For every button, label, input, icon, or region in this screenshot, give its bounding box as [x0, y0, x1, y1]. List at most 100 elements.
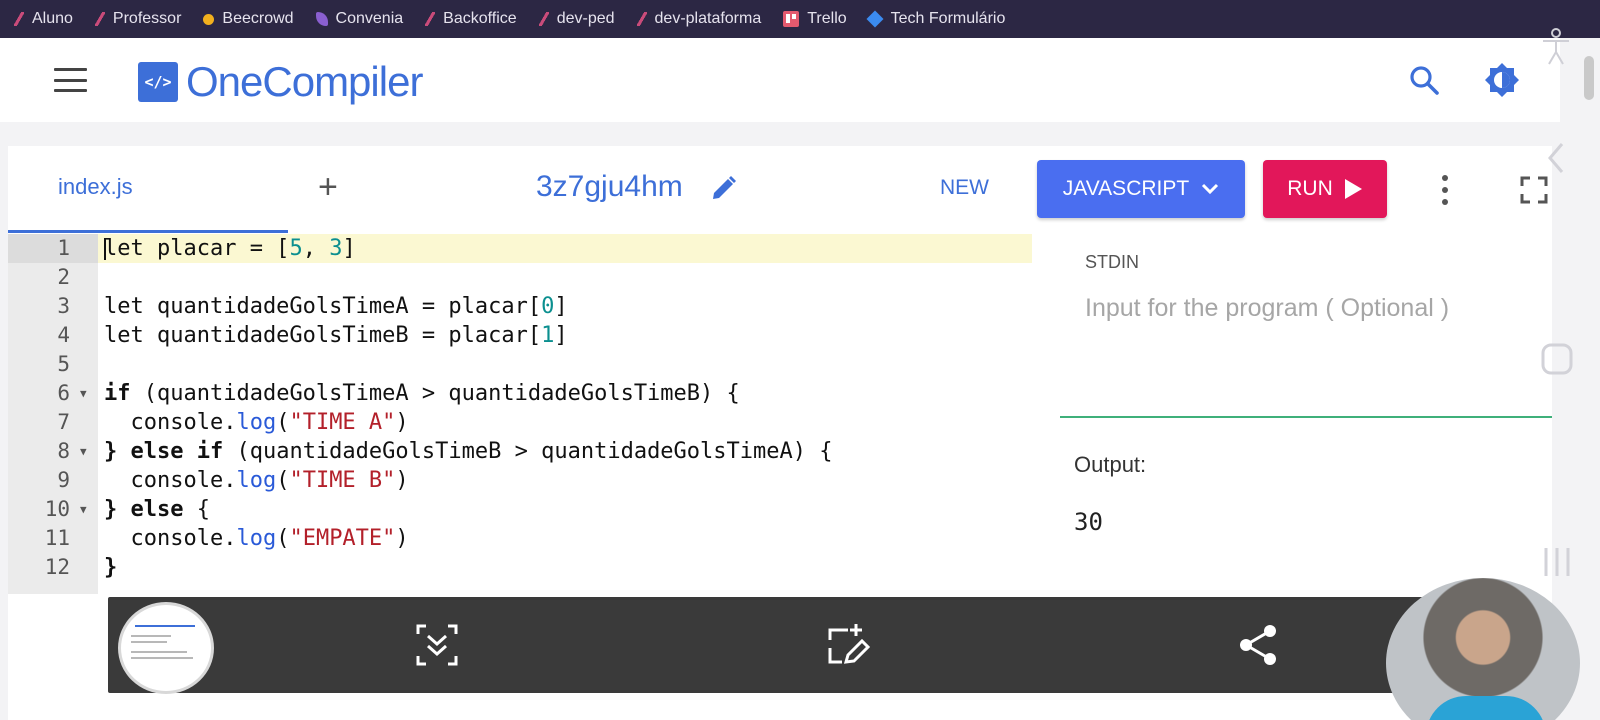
code-text: let quantidadeGolsTimeB = placar[1] [104, 323, 568, 348]
accessibility-icon[interactable] [1540, 28, 1572, 66]
theme-toggle-icon[interactable] [1484, 62, 1520, 98]
line-number: 8 [57, 439, 70, 463]
line-number: 3 [57, 294, 70, 318]
line-number: 4 [57, 323, 70, 347]
bookmark-label: Trello [807, 10, 847, 27]
code-text: console.log("TIME A") [104, 410, 409, 435]
scroll-capture-icon[interactable] [414, 622, 460, 668]
bookmark-convenia[interactable]: Convenia [315, 10, 404, 28]
bookmark-aluno[interactable]: Aluno [14, 10, 73, 28]
bookmark-professor[interactable]: Professor [94, 10, 182, 28]
dot-icon [203, 13, 215, 25]
pencil-icon[interactable] [708, 174, 738, 204]
code-text: let placar = [5, 3] [104, 236, 356, 261]
language-select-button[interactable]: JAVASCRIPT [1037, 160, 1245, 218]
code-text: } else { [104, 497, 210, 522]
bookmark-label: Backoffice [443, 10, 517, 27]
fold-toggle-icon[interactable]: ▼ [80, 379, 87, 408]
bookmark-dev-plataforma[interactable]: dev-plataforma [636, 10, 762, 28]
code-line: 3 let quantidadeGolsTimeA = placar[0] [8, 292, 1032, 321]
fullscreen-icon[interactable] [1520, 176, 1548, 204]
code-line: 8 ▼ } else if (quantidadeGolsTimeB > qua… [8, 437, 1032, 466]
recent-apps-icon[interactable] [1540, 544, 1574, 580]
code-brackets-icon: </> [138, 62, 178, 102]
code-text: console.log("TIME B") [104, 468, 409, 493]
add-file-button[interactable]: + [318, 170, 338, 204]
search-icon[interactable] [1408, 64, 1440, 96]
line-number: 1 [57, 236, 70, 260]
bookmark-label: Beecrowd [222, 10, 294, 27]
fold-toggle-icon[interactable]: ▼ [80, 495, 87, 524]
stdin-input[interactable]: Input for the program ( Optional ) [1085, 294, 1449, 323]
code-line: 1 let placar = [5, 3] [8, 234, 1032, 263]
chevron-left-icon[interactable] [1546, 142, 1566, 174]
bookmark-label: Aluno [32, 10, 73, 27]
menu-icon[interactable] [54, 68, 87, 92]
line-number: 11 [44, 526, 70, 550]
line-number: 2 [57, 265, 70, 289]
bookmark-trello[interactable]: Trello [783, 10, 847, 28]
code-line: 10 ▼ } else { [8, 495, 1032, 524]
bookmark-dev-ped[interactable]: dev-ped [538, 10, 615, 28]
site-header: </> OneCompiler [0, 38, 1560, 122]
code-text: } [104, 555, 118, 580]
bookmarks-bar: Aluno Professor Beecrowd Convenia Backof… [0, 0, 1600, 38]
code-text: let quantidadeGolsTimeA = placar[0] [104, 294, 568, 319]
code-title[interactable]: 3z7gju4hm [536, 170, 683, 204]
stdin-label: STDIN [1085, 252, 1139, 272]
line-number: 9 [57, 468, 70, 492]
code-text: if (quantidadeGolsTimeA > quantidadeGols… [104, 381, 740, 406]
brand-name: OneCompiler [186, 58, 423, 105]
brand-logo[interactable]: </> OneCompiler [138, 58, 423, 106]
code-line: 6 ▼ if (quantidadeGolsTimeA > quantidade… [8, 379, 1032, 408]
line-number: 10 [44, 497, 70, 521]
fold-toggle-icon[interactable]: ▼ [80, 437, 87, 466]
bookmark-label: dev-ped [556, 10, 615, 27]
share-icon[interactable] [1236, 622, 1282, 668]
page-scrollbar[interactable] [1584, 56, 1594, 100]
bookmark-label: Convenia [335, 10, 404, 27]
new-button[interactable]: NEW [940, 176, 989, 200]
run-label: RUN [1287, 177, 1333, 200]
line-number: 5 [57, 352, 70, 376]
code-line: 9 console.log("TIME B") [8, 466, 1032, 495]
line-number: 12 [44, 555, 70, 579]
slash-icon [538, 12, 549, 26]
home-square-icon[interactable] [1540, 342, 1574, 376]
bookmark-label: dev-plataforma [654, 10, 762, 27]
code-line: 5 [8, 350, 1032, 379]
play-icon [1344, 179, 1362, 199]
output-value: 30 [1074, 508, 1103, 536]
code-text: console.log("EMPATE") [104, 526, 409, 551]
diamond-icon [866, 10, 884, 28]
line-number: 7 [57, 410, 70, 434]
screen: { "bookmarks": [ {"label": "Aluno", "ico… [0, 0, 1600, 720]
code-editor[interactable]: 1 let placar = [5, 3] 2 3 let quantidade… [8, 234, 1032, 594]
active-tab-indicator [8, 230, 288, 233]
chevron-down-icon [1202, 183, 1219, 195]
slash-icon [425, 12, 436, 26]
bookmark-beecrowd[interactable]: Beecrowd [203, 10, 294, 28]
slash-icon [94, 12, 105, 26]
code-line: 2 [8, 263, 1032, 292]
leaf-icon [315, 12, 328, 26]
slash-icon [636, 12, 647, 26]
bookmark-label: Tech Formulário [890, 10, 1006, 27]
bookmark-backoffice[interactable]: Backoffice [425, 10, 517, 28]
stdin-divider [1060, 416, 1552, 418]
code-line: 11 console.log("EMPATE") [8, 524, 1032, 553]
screenshot-thumbnail[interactable] [118, 602, 214, 694]
trello-icon [783, 11, 800, 27]
slash-icon [14, 12, 24, 26]
bookmark-label: Professor [112, 10, 182, 27]
output-label: Output: [1074, 452, 1147, 477]
tab-index-js[interactable]: index.js [58, 174, 133, 200]
more-vertical-icon[interactable] [1438, 170, 1452, 210]
crop-edit-icon[interactable] [826, 622, 872, 668]
text-cursor [104, 238, 106, 260]
line-number: 6 [57, 381, 70, 405]
bookmark-tech-formulario[interactable]: Tech Formulário [866, 10, 1006, 28]
code-line: 7 console.log("TIME A") [8, 408, 1032, 437]
run-button[interactable]: RUN [1263, 160, 1387, 218]
code-line: 12 } [8, 553, 1032, 582]
